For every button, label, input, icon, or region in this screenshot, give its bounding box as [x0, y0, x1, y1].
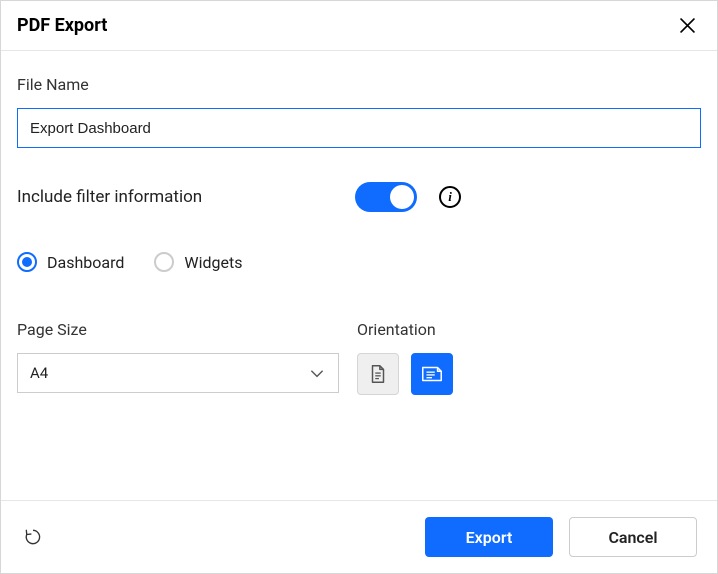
- radio-dashboard-label: Dashboard: [47, 253, 124, 272]
- close-button[interactable]: [677, 16, 697, 36]
- orientation-label: Orientation: [357, 320, 701, 339]
- reset-icon: [23, 527, 43, 547]
- page-size-value: A4: [30, 364, 48, 382]
- filter-toggle[interactable]: [355, 182, 417, 212]
- chevron-down-icon: [308, 364, 326, 382]
- export-button[interactable]: Export: [425, 517, 553, 557]
- page-size-select[interactable]: A4: [17, 353, 339, 393]
- radio-widgets-label: Widgets: [184, 253, 242, 272]
- cancel-button[interactable]: Cancel: [569, 517, 697, 557]
- orientation-buttons: [357, 353, 701, 395]
- file-name-label: File Name: [17, 75, 701, 94]
- export-mode-radios: Dashboard Widgets: [17, 252, 701, 272]
- pdf-export-dialog: PDF Export File Name Include filter info…: [0, 0, 718, 574]
- page-size-label: Page Size: [17, 320, 339, 339]
- dialog-header: PDF Export: [1, 1, 717, 51]
- filter-row: Include filter information i: [17, 182, 701, 212]
- orientation-col: Orientation: [357, 320, 701, 395]
- dialog-footer: Export Cancel: [1, 500, 717, 573]
- reset-button[interactable]: [21, 525, 45, 549]
- file-name-input[interactable]: [17, 108, 701, 148]
- dialog-body: File Name Include filter information i D…: [1, 51, 717, 500]
- radio-dot: [22, 257, 32, 267]
- radio-dashboard[interactable]: Dashboard: [17, 252, 124, 272]
- filter-label: Include filter information: [17, 187, 337, 207]
- info-icon[interactable]: i: [439, 186, 461, 208]
- orientation-landscape-button[interactable]: [411, 353, 453, 395]
- landscape-page-icon: [420, 363, 444, 385]
- radio-widgets[interactable]: Widgets: [154, 252, 242, 272]
- size-orientation-row: Page Size A4 Orientation: [17, 320, 701, 395]
- portrait-page-icon: [367, 363, 389, 385]
- footer-actions: Export Cancel: [425, 517, 697, 557]
- close-icon: [680, 18, 695, 33]
- dialog-title: PDF Export: [17, 15, 107, 36]
- radio-circle: [154, 252, 174, 272]
- orientation-portrait-button[interactable]: [357, 353, 399, 395]
- page-size-col: Page Size A4: [17, 320, 339, 395]
- toggle-knob: [390, 185, 414, 209]
- radio-circle: [17, 252, 37, 272]
